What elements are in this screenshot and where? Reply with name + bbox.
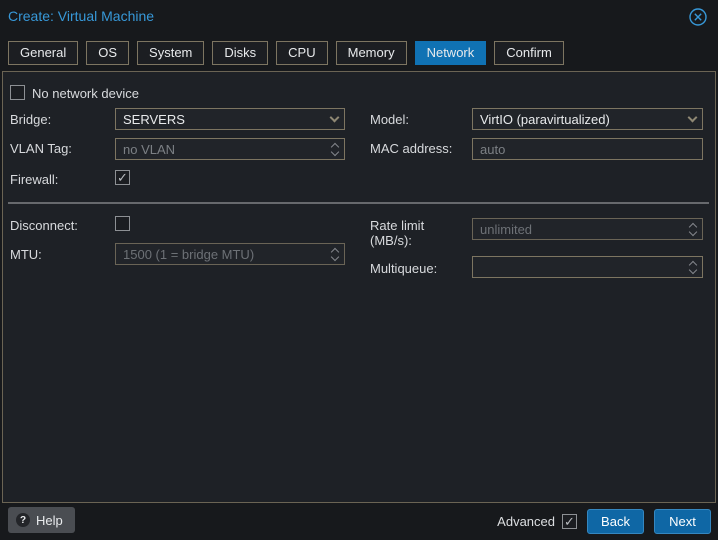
mtu-label: MTU: — [10, 247, 42, 262]
advanced-checkbox[interactable] — [562, 514, 577, 529]
tab-system[interactable]: System — [137, 41, 204, 65]
vlan-tag-spinner[interactable] — [115, 138, 345, 160]
model-label: Model: — [370, 112, 409, 127]
bridge-label: Bridge: — [10, 112, 51, 127]
network-form-panel — [2, 71, 716, 503]
firewall-label: Firewall: — [10, 172, 58, 187]
mtu-spinner[interactable] — [115, 243, 345, 265]
tab-cpu[interactable]: CPU — [276, 41, 327, 65]
dialog-footer: ? Help Advanced Back Next — [0, 504, 718, 540]
tab-confirm[interactable]: Confirm — [494, 41, 564, 65]
vlan-tag-label: VLAN Tag: — [10, 141, 72, 156]
close-icon[interactable] — [688, 7, 708, 27]
bridge-combobox[interactable] — [115, 108, 345, 130]
up-down-chevrons-icon[interactable] — [326, 139, 344, 159]
chevron-down-icon[interactable] — [682, 109, 702, 129]
create-vm-dialog: Create: Virtual Machine General OS Syste… — [0, 0, 718, 540]
firewall-checkbox[interactable] — [115, 170, 130, 185]
back-button[interactable]: Back — [587, 509, 644, 534]
mac-address-label: MAC address: — [370, 141, 452, 156]
model-combobox[interactable] — [472, 108, 703, 130]
dialog-title: Create: Virtual Machine — [8, 8, 154, 24]
tab-network[interactable]: Network — [415, 41, 487, 65]
vlan-tag-input[interactable] — [116, 139, 326, 159]
bridge-input[interactable] — [116, 109, 324, 129]
mac-address-input[interactable] — [473, 139, 702, 159]
multiqueue-spinner[interactable] — [472, 256, 703, 278]
rate-limit-label: Rate limit (MB/s): — [370, 218, 466, 248]
wizard-tab-bar: General OS System Disks CPU Memory Netwo… — [8, 41, 564, 65]
tab-disks[interactable]: Disks — [212, 41, 268, 65]
help-button[interactable]: ? Help — [8, 507, 75, 533]
help-button-label: Help — [36, 513, 63, 528]
mac-address-field[interactable] — [472, 138, 703, 160]
disconnect-label: Disconnect: — [10, 218, 78, 233]
up-down-chevrons-icon[interactable] — [684, 219, 702, 239]
no-network-device-checkbox[interactable] — [10, 85, 25, 100]
tab-general[interactable]: General — [8, 41, 78, 65]
multiqueue-label: Multiqueue: — [370, 261, 437, 276]
chevron-down-icon[interactable] — [324, 109, 344, 129]
multiqueue-input[interactable] — [473, 257, 684, 277]
next-button[interactable]: Next — [654, 509, 711, 534]
rate-limit-spinner[interactable] — [472, 218, 703, 240]
model-input[interactable] — [473, 109, 682, 129]
disconnect-checkbox[interactable] — [115, 216, 130, 231]
advanced-section-divider — [8, 202, 709, 204]
rate-limit-input[interactable] — [473, 219, 684, 239]
tab-memory[interactable]: Memory — [336, 41, 407, 65]
up-down-chevrons-icon[interactable] — [326, 244, 344, 264]
advanced-label: Advanced — [497, 514, 555, 529]
up-down-chevrons-icon[interactable] — [684, 257, 702, 277]
tab-os[interactable]: OS — [86, 41, 129, 65]
no-network-device-label: No network device — [32, 86, 139, 101]
question-circle-icon: ? — [16, 513, 30, 527]
mtu-input[interactable] — [116, 244, 326, 264]
